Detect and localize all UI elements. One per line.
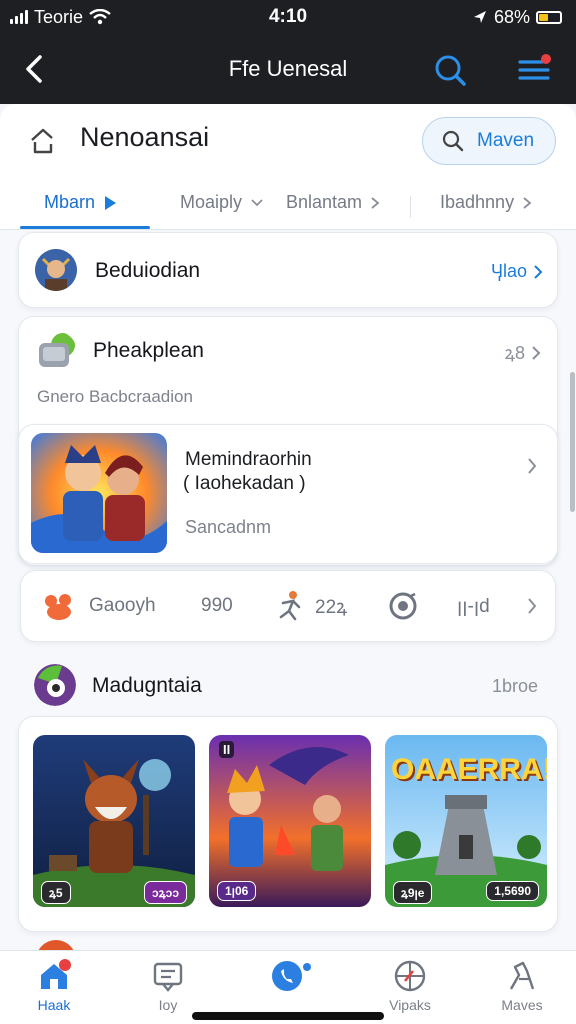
signal-icon xyxy=(10,10,28,24)
chevron-right-icon[interactable] xyxy=(527,597,537,615)
nav-call[interactable] xyxy=(248,959,328,1019)
tab-bar: Mbarn Moaiply Bnlantam Ibadhnny xyxy=(0,178,576,230)
runner-icon xyxy=(279,591,301,621)
tab-label: Bnlantam xyxy=(286,192,363,212)
row-trail-label: Ӌlao xyxy=(490,261,527,281)
section-more-link[interactable]: 1broe xyxy=(492,676,538,697)
carrier-label: Teorie xyxy=(34,6,84,27)
paw-icon xyxy=(45,594,71,620)
chevron-right-icon xyxy=(534,264,543,279)
stat-settings[interactable] xyxy=(387,571,419,641)
next-section-avatar xyxy=(36,940,76,950)
app-bar-title: Ffe Uenesal xyxy=(228,56,348,81)
stat-label: Gaooyh xyxy=(89,595,156,616)
chevron-right-icon xyxy=(532,346,541,360)
search-pill-label: Maven xyxy=(477,130,535,151)
row-subtitle: Gnero Bacbcraadion xyxy=(37,387,193,406)
chevron-right-icon xyxy=(371,196,380,209)
nav-explore[interactable]: Vipaks xyxy=(370,959,450,1019)
main-sheet: Nenoansai Maven Mbarn Moaiply Bnlantam I… xyxy=(0,104,576,950)
status-bar: Teorie 4:10 68% xyxy=(0,0,576,34)
tab-ibadhnny[interactable]: Ibadhnny xyxy=(440,192,532,213)
nav-home[interactable]: Haak xyxy=(14,959,94,1019)
game-tile[interactable]: 1ꞁ06 II xyxy=(209,735,371,907)
chevron-right-icon xyxy=(528,458,537,474)
tab-label: Moaiply xyxy=(180,192,243,212)
scrollbar[interactable] xyxy=(570,372,575,512)
avatar xyxy=(35,249,77,291)
games-grid: ꝝ5 ɔꝝɔɔ 1ꞁ06 II OAAERRA! ꝝ9ꞁe 1,5690 xyxy=(18,716,558,932)
tab-mbarn[interactable]: Mbarn xyxy=(44,192,117,213)
game-tile[interactable]: OAAERRA! ꝝ9ꞁe 1,5690 xyxy=(385,735,547,907)
compass-icon xyxy=(393,959,427,993)
home-indicator xyxy=(192,1012,384,1020)
row-trailing[interactable]: ꝝ8 xyxy=(505,341,541,365)
game-badge-left: 1ꞁ06 xyxy=(217,881,257,901)
list-item-beduiodian[interactable]: Beduiodian Ӌlao xyxy=(18,232,558,308)
game-title-art: OAAERRA! xyxy=(391,753,547,786)
featured-caption: Sancadnm xyxy=(185,517,272,537)
page-title: Nenoansai xyxy=(80,122,210,152)
row-title: Pheakplean xyxy=(93,339,204,362)
nav-label: Maves xyxy=(501,997,543,1013)
active-tab-indicator xyxy=(20,226,150,229)
featured-subtitle: ( Iaohekadan ) xyxy=(183,473,306,494)
nav-label: Vipaks xyxy=(389,997,431,1013)
app-bar: Ffe Uenesal xyxy=(0,34,576,104)
search-icon[interactable] xyxy=(432,52,468,88)
tab-bnlantam[interactable]: Bnlantam xyxy=(286,192,380,213)
chat-app-icon xyxy=(35,331,77,373)
phone-icon xyxy=(271,959,311,993)
stats-card: Gaooyh 990 22ꝝ ꞁꞁ-ꞁd xyxy=(20,570,556,642)
section-avatar xyxy=(34,664,76,706)
stat-value: 22ꝝ xyxy=(315,597,348,618)
stat-value: 990 xyxy=(201,595,233,616)
search-icon xyxy=(442,130,464,152)
chevron-down-icon xyxy=(251,198,263,206)
tab-label: Ibadhnny xyxy=(440,192,515,212)
nav-games[interactable]: Maves xyxy=(482,959,562,1019)
game-badge-left: ꝝ9ꞁe xyxy=(393,881,433,904)
featured-game-thumbnail xyxy=(31,433,167,553)
game-badge-left: ꝝ5 xyxy=(41,881,71,904)
nav-messages[interactable]: Ioy xyxy=(128,959,208,1019)
row-trailing: Ӌlao xyxy=(491,261,543,282)
chevron-right-icon xyxy=(523,196,532,209)
featured-game-card[interactable]: Memindraorhin ( Iaohekadan ) Sancadnm xyxy=(18,424,558,564)
section-header[interactable]: Madugntaia 1broe xyxy=(18,656,558,718)
stat-activity[interactable]: 22ꝝ xyxy=(273,571,347,641)
game-corner-badge: II xyxy=(219,741,235,758)
camera-lens-icon xyxy=(389,592,417,620)
location-icon xyxy=(473,11,486,23)
search-pill-button[interactable]: Maven xyxy=(422,117,556,165)
message-icon xyxy=(151,959,185,993)
page-header: Nenoansai Maven xyxy=(0,104,576,178)
tab-moaiply[interactable]: Moaiply xyxy=(180,192,264,213)
game-badge-right: 1,5690 xyxy=(486,881,539,901)
section-title: Madugntaia xyxy=(92,674,202,697)
game-icon xyxy=(505,959,539,993)
game-badge-right: ɔꝝɔɔ xyxy=(144,881,187,904)
home-outline-icon[interactable] xyxy=(26,124,60,158)
home-icon xyxy=(37,959,71,993)
stat-reactions[interactable]: Gaooyh xyxy=(41,571,156,641)
row-title: Beduiodian xyxy=(95,259,201,282)
stat-value: ꞁꞁ-ꞁd xyxy=(457,596,490,617)
play-icon xyxy=(105,195,117,210)
row-trail-label: ꝝ8 xyxy=(504,343,525,363)
battery-icon xyxy=(536,10,562,24)
wifi-icon xyxy=(89,9,111,25)
nav-label: Ioy xyxy=(158,997,178,1013)
nav-label: Haak xyxy=(37,997,71,1013)
tab-label: Mbarn xyxy=(44,192,96,212)
featured-title: Memindraorhin xyxy=(185,449,312,470)
tab-divider xyxy=(410,196,411,218)
battery-percent: 68% xyxy=(493,6,530,27)
game-tile[interactable]: ꝝ5 ɔꝝɔɔ xyxy=(33,735,195,907)
menu-icon[interactable] xyxy=(516,52,552,88)
